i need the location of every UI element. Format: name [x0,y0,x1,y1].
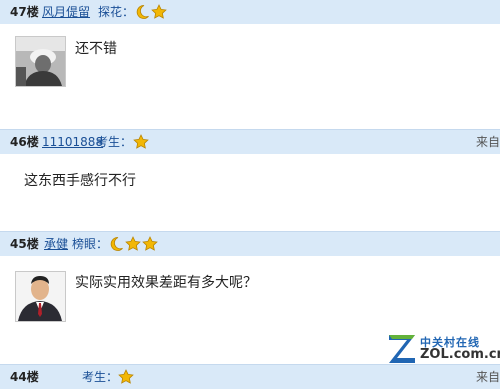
moon-icon [136,5,149,19]
user-rank-title: 榜眼： [72,237,109,251]
post-message: 这东西手感行不行 [24,173,136,189]
user-rank-title: 考生： [96,135,133,149]
username-link[interactable]: 风月偍留 [42,0,90,24]
post-source-label: 来自 [475,135,500,149]
user-rank-title: 考生： [82,370,119,384]
star-icon [133,134,149,149]
avatar-photo-man-suit [16,272,65,321]
username-link[interactable]: 承健 [44,232,68,256]
floor-number: 47楼 [10,5,39,19]
star-icon [118,369,134,384]
zol-logo-icon [389,335,415,363]
star-icon [151,4,167,19]
floor-number: 46楼 [10,135,39,149]
rank-badges [118,368,134,386]
zol-watermark-logo: 中关村在线 ZOL.com.cn [386,332,500,372]
floor-number: 45楼 [10,237,39,251]
rank-badges [134,3,167,21]
post-message: 实际实用效果差距有多大呢？ [75,275,257,291]
avatar[interactable] [15,36,66,87]
avatar[interactable] [15,271,66,322]
watermark-en: ZOL.com.cn [420,347,500,362]
username-link[interactable]: 11101888 [42,130,103,154]
post-header-46: 46楼 11101888 考生： 来自 [0,129,500,154]
user-rank-title: 探花： [98,5,135,19]
rank-badges [108,235,158,253]
post-message: 还不错 [75,41,117,57]
post-header-47: 47楼 风月偍留 探花： [0,0,500,24]
post-header-45: 45楼 承健 榜眼： [0,231,500,256]
floor-number: 44楼 [10,370,39,384]
moon-icon [110,237,123,251]
rank-badges [133,133,149,151]
star-icon [142,236,158,251]
avatar-photo-bw [16,37,65,86]
star-icon [125,236,141,251]
